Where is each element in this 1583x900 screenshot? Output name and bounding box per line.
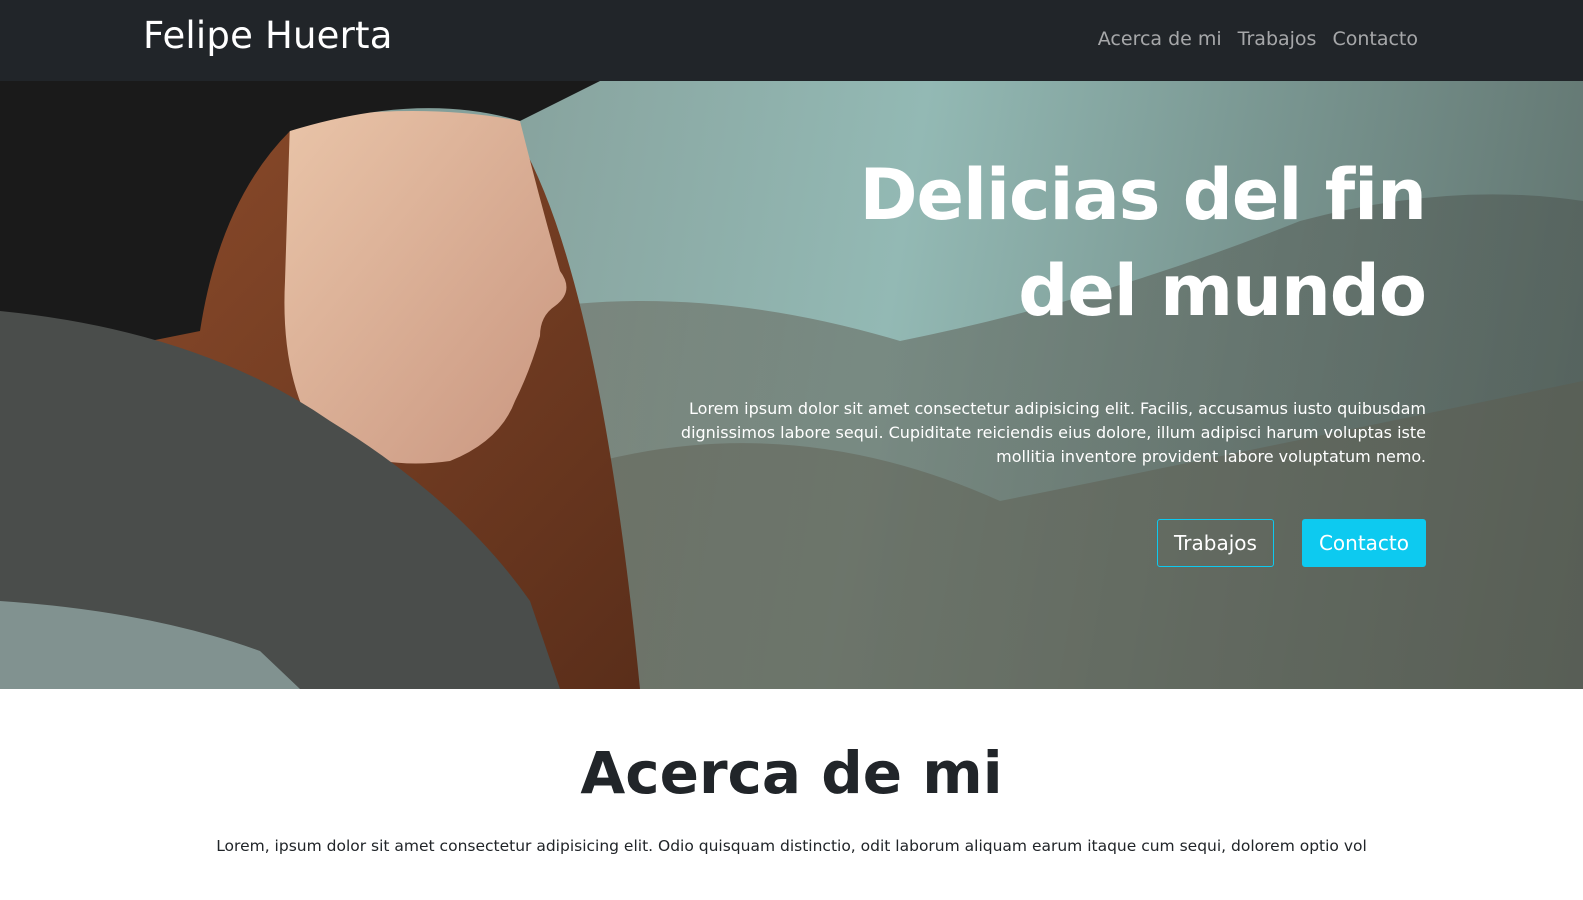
hero-title-line1: Delicias del fin: [859, 154, 1427, 236]
hero-title-line2: del mundo: [1018, 250, 1427, 332]
about-text: Lorem, ipsum dolor sit amet consectetur …: [216, 837, 1367, 855]
hero-description: Lorem ipsum dolor sit amet consectetur a…: [680, 399, 1426, 466]
brand-logo[interactable]: Felipe Huerta: [143, 14, 393, 57]
about-title: Acerca de mi: [580, 739, 1003, 807]
about-section: Acerca de mi Lorem, ipsum dolor sit amet…: [0, 689, 1583, 900]
contacto-button[interactable]: Contacto: [1301, 519, 1426, 567]
nav-link-trabajos[interactable]: Trabajos: [1238, 28, 1317, 50]
top-navbar: Felipe Huerta Acerca de mi Trabajos Cont…: [0, 0, 1583, 81]
nav-link-contacto[interactable]: Contacto: [1332, 28, 1418, 50]
nav-links: Acerca de mi Trabajos Contacto: [1098, 28, 1418, 50]
nav-link-acerca[interactable]: Acerca de mi: [1098, 28, 1222, 50]
hero-title: Delicias del fin del mundo: [666, 147, 1427, 339]
hero-buttons: Trabajos Contacto: [666, 519, 1426, 567]
hero-content: Delicias del fin del mundo Lorem ipsum d…: [666, 147, 1427, 567]
hero-section: Delicias del fin del mundo Lorem ipsum d…: [0, 81, 1583, 689]
trabajos-button[interactable]: Trabajos: [1157, 519, 1274, 567]
